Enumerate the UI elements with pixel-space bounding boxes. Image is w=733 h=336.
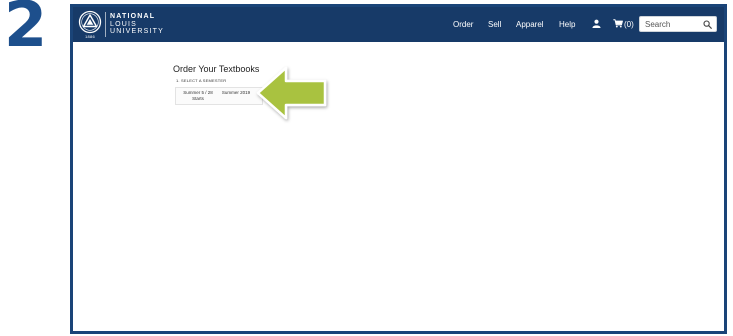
logo-year: 1886 <box>84 34 96 39</box>
brand-line-2: LOUIS <box>110 20 138 28</box>
nav-help[interactable]: Help <box>559 20 575 29</box>
brand-line-1: NATIONAL <box>110 13 156 20</box>
university-logo[interactable]: 1886 <box>78 10 102 40</box>
semester-option-line: Starts <box>192 95 204 101</box>
brand-wordmark[interactable]: NATIONAL LOUIS UNIVERSITY <box>110 13 164 36</box>
step-number: 2 <box>4 0 47 61</box>
page-title: Order Your Textbooks <box>173 64 260 74</box>
select-semester-label: 1. SELECT A SEMESTER <box>176 78 227 83</box>
search-box[interactable] <box>639 16 717 32</box>
triangle-seal-icon <box>78 10 102 34</box>
semester-options: Summer 5 / 28 Starts Summer 2019 <box>175 87 263 105</box>
semester-option-line: Summer 5 / 28 <box>183 90 213 95</box>
semester-option-summer-5-28[interactable]: Summer 5 / 28 Starts <box>178 90 218 101</box>
cart-icon[interactable] <box>613 19 623 28</box>
nav-sell[interactable]: Sell <box>488 20 501 29</box>
brand-line-3: UNIVERSITY <box>110 28 165 35</box>
semester-option-line: Summer 2019 <box>221 90 251 95</box>
left-arrow-icon <box>256 66 327 120</box>
nav-order[interactable]: Order <box>453 20 473 29</box>
user-icon[interactable] <box>592 19 601 28</box>
brand-divider <box>105 12 106 37</box>
top-navbar: 1886 NATIONAL LOUIS UNIVERSITY Order Sel… <box>73 7 724 42</box>
search-input[interactable] <box>640 17 705 31</box>
cart-count[interactable]: (0) <box>624 20 634 29</box>
search-icon[interactable] <box>703 20 712 29</box>
nav-apparel[interactable]: Apparel <box>516 20 544 29</box>
semester-option-summer-2019[interactable]: Summer 2019 <box>216 90 256 96</box>
browser-frame: 1886 NATIONAL LOUIS UNIVERSITY Order Sel… <box>70 4 727 334</box>
